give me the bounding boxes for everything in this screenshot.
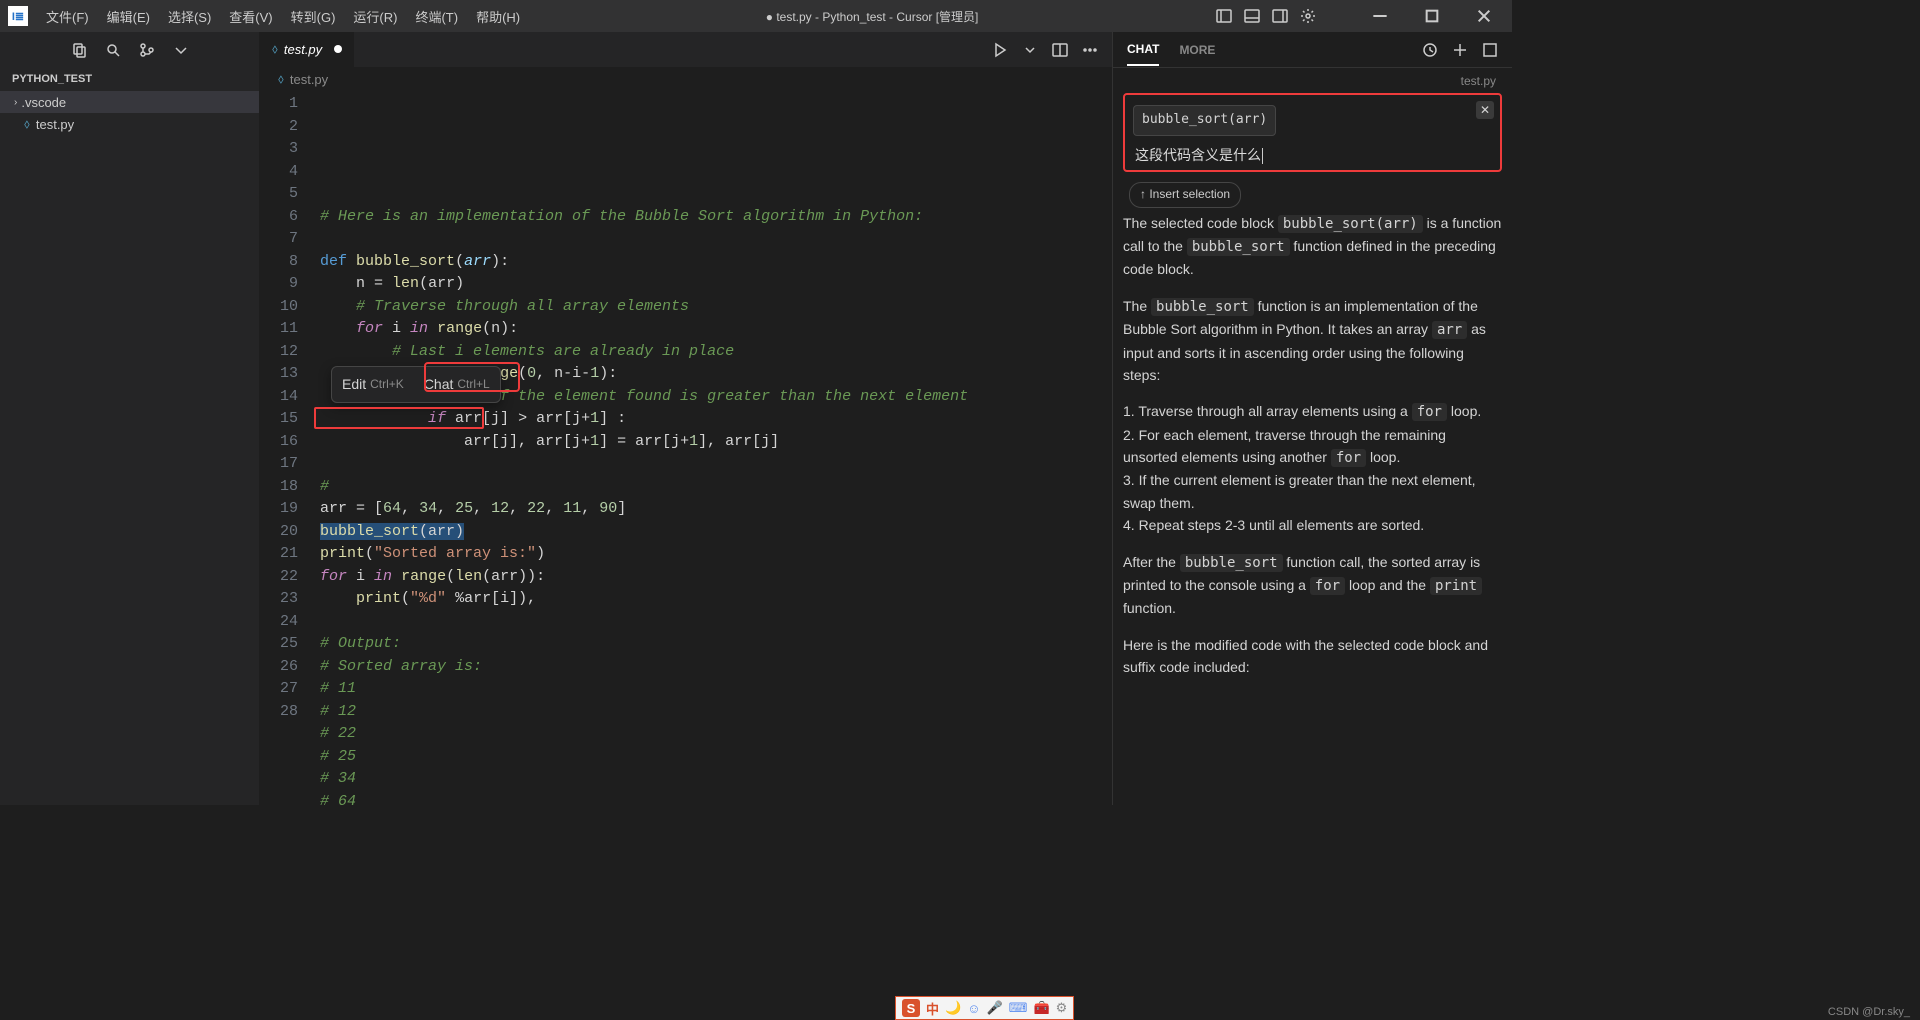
menu-item[interactable]: 帮助(H) <box>468 5 528 28</box>
files-icon[interactable] <box>71 42 87 58</box>
menu-item[interactable]: 文件(F) <box>38 5 97 28</box>
history-icon[interactable] <box>1422 42 1438 58</box>
python-file-icon: ⬨ <box>272 41 278 57</box>
emoji-icon[interactable]: ☺ <box>967 1001 980 1016</box>
window-title: ● test.py - Python_test - Cursor [管理员] <box>528 8 1216 25</box>
sidebar-toolbar <box>0 32 259 67</box>
ime-lang[interactable]: 中 <box>926 999 939 1018</box>
chat-input-box[interactable]: ✕ bubble_sort(arr) 这段代码含义是什么 <box>1123 93 1502 172</box>
line-gutter: 1234567891011121314151617181920212223242… <box>260 93 320 805</box>
layout-bottom-icon[interactable] <box>1244 8 1260 24</box>
ime-settings-icon[interactable]: ⚙ <box>1056 1000 1068 1016</box>
more-icon[interactable] <box>1082 42 1098 58</box>
maximize-button[interactable] <box>1412 2 1452 30</box>
menu-item[interactable]: 转到(G) <box>283 5 344 28</box>
menu-item[interactable]: 运行(R) <box>345 5 405 28</box>
file-tree: ›.vscode⬨test.py <box>0 91 259 135</box>
unsaved-dot-icon <box>334 45 342 53</box>
editor-area: ⬨ test.py ⬨ test.py 12345678910111213141… <box>260 32 1112 805</box>
moon-icon[interactable]: 🌙 <box>945 1000 961 1016</box>
breadcrumb[interactable]: ⬨ test.py <box>260 67 1112 91</box>
maximize-panel-icon[interactable] <box>1482 42 1498 58</box>
edit-action[interactable]: Edit Ctrl+K <box>332 367 414 402</box>
menu-bar: 文件(F)编辑(E)选择(S)查看(V)转到(G)运行(R)终端(T)帮助(H) <box>38 5 528 28</box>
assistant-response: The selected code block bubble_sort(arr)… <box>1123 212 1502 679</box>
settings-gear-icon[interactable] <box>1300 8 1316 24</box>
tree-item[interactable]: ⬨test.py <box>0 113 259 135</box>
menu-item[interactable]: 编辑(E) <box>99 5 158 28</box>
menu-item[interactable]: 查看(V) <box>221 5 280 28</box>
keyboard-icon[interactable]: ⌨ <box>1009 1000 1028 1016</box>
chevron-down-icon[interactable] <box>173 42 189 58</box>
sogou-icon[interactable]: S <box>902 999 920 1017</box>
tab-test-py[interactable]: ⬨ test.py <box>260 32 354 67</box>
user-question[interactable]: 这段代码含义是什么 <box>1127 140 1498 166</box>
layout-right-icon[interactable] <box>1272 8 1288 24</box>
explorer-header: PYTHON_TEST <box>0 67 259 91</box>
split-editor-icon[interactable] <box>1052 42 1068 58</box>
tab-more[interactable]: MORE <box>1179 35 1215 65</box>
chat-action[interactable]: Chat Ctrl+L <box>414 367 500 402</box>
new-chat-icon[interactable] <box>1452 42 1468 58</box>
titlebar: I≣ 文件(F)编辑(E)选择(S)查看(V)转到(G)运行(R)终端(T)帮助… <box>0 0 1512 32</box>
tree-item[interactable]: ›.vscode <box>0 91 259 113</box>
tools-icon[interactable]: 🧰 <box>1033 1000 1049 1016</box>
chat-body: test.py ✕ bubble_sort(arr) 这段代码含义是什么 ↑ I… <box>1113 68 1512 805</box>
selection-chip[interactable]: bubble_sort(arr) <box>1133 105 1276 136</box>
code-body[interactable]: # Here is an implementation of the Bubbl… <box>320 93 968 805</box>
run-chevron-icon[interactable] <box>1022 42 1038 58</box>
voice-icon[interactable]: 🎤 <box>986 1000 1002 1016</box>
tab-label: test.py <box>284 42 322 57</box>
menu-item[interactable]: 终端(T) <box>407 5 466 28</box>
sidebar: PYTHON_TEST ›.vscode⬨test.py <box>0 32 260 805</box>
editor-tabs: ⬨ test.py <box>260 32 1112 67</box>
close-button[interactable] <box>1464 2 1504 30</box>
tab-chat[interactable]: CHAT <box>1127 34 1159 66</box>
python-file-icon: ⬨ <box>278 71 284 87</box>
code-area[interactable]: 1234567891011121314151617181920212223242… <box>260 91 1112 805</box>
close-chip-icon[interactable]: ✕ <box>1476 101 1494 119</box>
app-icon: I≣ <box>8 6 28 26</box>
layout-left-icon[interactable] <box>1216 8 1232 24</box>
run-icon[interactable] <box>992 42 1008 58</box>
inline-actions-popup: Edit Ctrl+K Chat Ctrl+L <box>331 366 501 403</box>
menu-item[interactable]: 选择(S) <box>160 5 219 28</box>
ime-toolbar[interactable]: S 中 🌙 ☺ 🎤 ⌨ 🧰 ⚙ <box>895 996 1074 1020</box>
chat-file-ref[interactable]: test.py <box>1123 72 1502 93</box>
insert-selection-button[interactable]: ↑ Insert selection <box>1129 182 1241 207</box>
chat-panel: CHAT MORE test.py ✕ bubble_sort(arr) 这段代… <box>1112 32 1512 805</box>
source-control-icon[interactable] <box>139 42 155 58</box>
watermark: CSDN @Dr.sky_ <box>1828 1006 1910 1018</box>
minimize-button[interactable] <box>1360 2 1400 30</box>
chat-tabs: CHAT MORE <box>1113 32 1512 68</box>
search-icon[interactable] <box>105 42 121 58</box>
